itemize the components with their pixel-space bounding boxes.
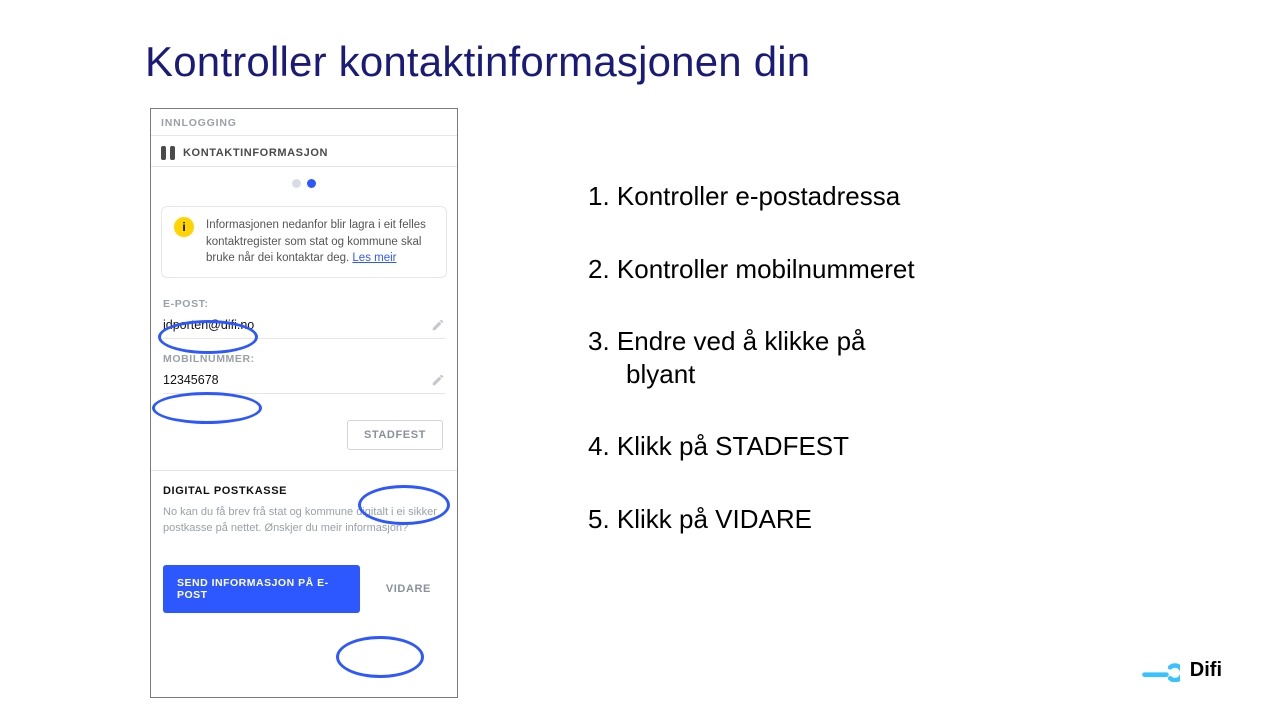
email-label: E-POST: <box>163 298 445 310</box>
step-list: 1. Kontroller e-postadressa 2. Kontrolle… <box>588 180 1148 575</box>
page-title: Kontroller kontaktinformasjonen din <box>145 38 810 86</box>
header-innlogging: INNLOGGING <box>151 109 457 136</box>
vidare-button[interactable]: VIDARE <box>372 571 445 607</box>
info-link[interactable]: Les meir <box>352 252 396 264</box>
footer-buttons: SEND INFORMASJON PÅ E-POST VIDARE <box>151 547 457 627</box>
postkasse-title: DIGITAL POSTKASSE <box>163 485 445 497</box>
difi-logo: Difi <box>1142 659 1222 682</box>
people-icon <box>161 146 175 160</box>
phone-mock: INNLOGGING KONTAKTINFORMASJON i Informas… <box>150 108 458 698</box>
step-3: 3. Endre ved å klikke på blyant <box>588 325 1148 390</box>
step-dot <box>292 179 301 188</box>
step-indicator <box>151 167 457 202</box>
difi-name: Difi <box>1190 659 1222 682</box>
step-5: 5. Klikk på VIDARE <box>588 503 1148 536</box>
postkasse-body: No kan du få brev frå stat og kommune di… <box>163 505 445 537</box>
header-kontaktinfo: KONTAKTINFORMASJON <box>151 136 457 167</box>
step-3a: 3. Endre ved å klikke på <box>588 326 866 356</box>
step-2: 2. Kontroller mobilnummeret <box>588 253 1148 286</box>
pencil-icon[interactable] <box>431 318 445 332</box>
pencil-icon[interactable] <box>431 373 445 387</box>
mobile-label: MOBILNUMMER: <box>163 353 445 365</box>
stadfest-button[interactable]: STADFEST <box>347 420 443 450</box>
email-field-block: E-POST: idporten@difi.no <box>151 290 457 345</box>
send-info-button[interactable]: SEND INFORMASJON PÅ E-POST <box>163 565 360 613</box>
info-box: i Informasjonen nedanfor blir lagra i ei… <box>161 206 447 278</box>
confirm-row: STADFEST <box>151 400 457 464</box>
step-3b: blyant <box>588 358 1148 391</box>
mobile-value: 12345678 <box>163 373 219 387</box>
step-4: 4. Klikk på STADFEST <box>588 430 1148 463</box>
header-kontaktinfo-label: KONTAKTINFORMASJON <box>183 147 328 159</box>
step-1: 1. Kontroller e-postadressa <box>588 180 1148 213</box>
difi-mark-icon <box>1142 660 1180 682</box>
postkasse-block: DIGITAL POSTKASSE No kan du få brev frå … <box>151 471 457 547</box>
step-dot-active <box>307 179 316 188</box>
info-icon: i <box>174 217 194 237</box>
info-message: Informasjonen nedanfor blir lagra i eit … <box>206 217 434 267</box>
mobile-field-block: MOBILNUMMER: 12345678 <box>151 345 457 400</box>
email-value: idporten@difi.no <box>163 318 254 332</box>
